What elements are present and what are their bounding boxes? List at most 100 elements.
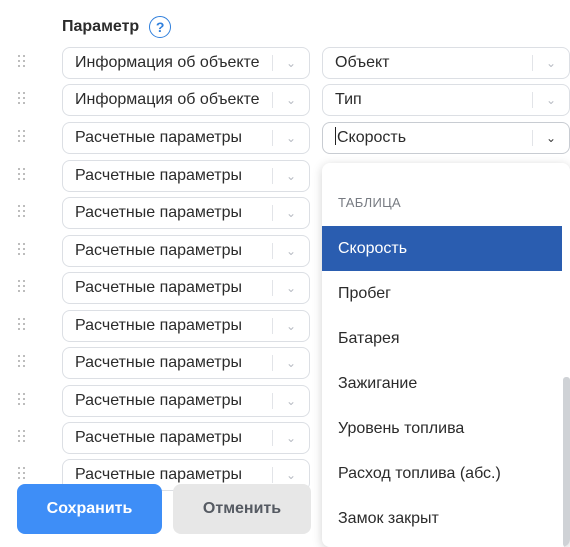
- select-value: Тип: [335, 85, 533, 115]
- chevron-down-icon[interactable]: ⌄: [281, 392, 301, 410]
- select-value: Расчетные параметры: [75, 386, 273, 416]
- chevron-down-icon[interactable]: ⌄: [541, 129, 561, 147]
- select-value: Скорость: [335, 123, 533, 153]
- parameter-dropdown-menu: Уровень топлива ТАБЛИЦА СкоростьПробегБа…: [322, 163, 570, 547]
- chevron-down-icon[interactable]: ⌄: [281, 354, 301, 372]
- select-divider: [272, 355, 273, 371]
- chevron-down-icon[interactable]: ⌄: [281, 317, 301, 335]
- save-button[interactable]: Сохранить: [17, 484, 162, 534]
- select-divider: [272, 467, 273, 483]
- select-divider: [272, 318, 273, 334]
- dropdown-option[interactable]: Пробег: [322, 271, 562, 316]
- select-value-text: Расчетные параметры: [75, 354, 243, 371]
- select-divider: [272, 92, 273, 108]
- category-select[interactable]: Расчетные параметры ⌄: [62, 422, 310, 454]
- chevron-down-icon[interactable]: ⌄: [281, 129, 301, 147]
- chevron-down-icon[interactable]: ⌄: [281, 204, 301, 222]
- chevron-down-icon[interactable]: ⌄: [281, 279, 301, 297]
- select-value: Объект: [335, 48, 533, 78]
- drag-handle-icon[interactable]: [18, 168, 28, 184]
- chevron-down-icon[interactable]: ⌄: [281, 242, 301, 260]
- select-divider: [272, 168, 273, 184]
- select-divider: [532, 130, 533, 146]
- drag-handle-icon[interactable]: [18, 130, 28, 146]
- select-divider: [272, 243, 273, 259]
- select-divider: [272, 205, 273, 221]
- select-value-text: Расчетные параметры: [75, 242, 243, 259]
- dropdown-option[interactable]: Расход топлива (абс.): [322, 451, 562, 496]
- dropdown-scrollbar[interactable]: [563, 377, 570, 547]
- drag-handle-icon[interactable]: [18, 205, 28, 221]
- select-value-text: Информация об объекте: [75, 91, 260, 108]
- parameter-title: Параметр: [62, 18, 140, 35]
- drag-handle-icon[interactable]: [18, 393, 28, 409]
- parameter-select[interactable]: Объект ⌄: [322, 47, 570, 79]
- parameter-select[interactable]: Скорость ⌄: [322, 122, 570, 154]
- select-value-text: Расчетные параметры: [75, 129, 243, 146]
- dropdown-option[interactable]: Зажигание: [322, 361, 562, 406]
- select-value-text: Тип: [335, 91, 362, 108]
- drag-handle-icon[interactable]: [18, 280, 28, 296]
- select-value: Информация об объекте: [75, 85, 273, 115]
- category-select[interactable]: Расчетные параметры ⌄: [62, 347, 310, 379]
- category-select[interactable]: Расчетные параметры ⌄: [62, 235, 310, 267]
- select-value: Расчетные параметры: [75, 123, 273, 153]
- category-select[interactable]: Информация об объекте ⌄: [62, 47, 310, 79]
- select-divider: [272, 130, 273, 146]
- select-value-text: Расчетные параметры: [75, 392, 243, 409]
- select-value: Расчетные параметры: [75, 348, 273, 378]
- select-value: Расчетные параметры: [75, 198, 273, 228]
- category-select[interactable]: Расчетные параметры ⌄: [62, 310, 310, 342]
- drag-handle-icon[interactable]: [18, 355, 28, 371]
- chevron-down-icon[interactable]: ⌄: [281, 91, 301, 109]
- select-value-text: Расчетные параметры: [75, 204, 243, 221]
- select-value-text: Скорость: [337, 129, 407, 146]
- select-value: Расчетные параметры: [75, 161, 273, 191]
- cancel-button[interactable]: Отменить: [173, 484, 311, 534]
- select-value-text: Объект: [335, 54, 390, 71]
- drag-handle-icon[interactable]: [18, 55, 28, 71]
- drag-handle-icon[interactable]: [18, 467, 28, 483]
- select-value: Расчетные параметры: [75, 311, 273, 341]
- parameter-row: Расчетные параметры ⌄ Скорость ⌄: [0, 122, 570, 154]
- dropdown-option[interactable]: Скорость: [322, 226, 562, 271]
- select-divider: [272, 430, 273, 446]
- chevron-down-icon[interactable]: ⌄: [281, 54, 301, 72]
- text-caret: [335, 127, 336, 145]
- parameter-select[interactable]: Тип ⌄: [322, 84, 570, 116]
- select-value: Расчетные параметры: [75, 236, 273, 266]
- category-select[interactable]: Расчетные параметры ⌄: [62, 160, 310, 192]
- category-select[interactable]: Расчетные параметры ⌄: [62, 197, 310, 229]
- select-value-text: Расчетные параметры: [75, 279, 243, 296]
- category-select[interactable]: Информация об объекте ⌄: [62, 84, 310, 116]
- select-value-text: Расчетные параметры: [75, 317, 243, 334]
- category-select[interactable]: Расчетные параметры ⌄: [62, 122, 310, 154]
- help-icon[interactable]: ?: [149, 16, 172, 38]
- category-select[interactable]: Расчетные параметры ⌄: [62, 385, 310, 417]
- drag-handle-icon[interactable]: [18, 430, 28, 446]
- parameter-row: Информация об объекте ⌄ Тип ⌄: [0, 84, 570, 116]
- dropdown-group-label: ТАБЛИЦА: [338, 195, 401, 210]
- chevron-down-icon[interactable]: ⌄: [281, 466, 301, 484]
- select-divider: [272, 393, 273, 409]
- select-value-text: Расчетные параметры: [75, 466, 243, 483]
- dropdown-option[interactable]: Замок закрыт: [322, 496, 562, 541]
- chevron-down-icon[interactable]: ⌄: [281, 429, 301, 447]
- dropdown-option[interactable]: Батарея: [322, 316, 562, 361]
- category-select[interactable]: Расчетные параметры ⌄: [62, 272, 310, 304]
- select-divider: [532, 92, 533, 108]
- parameter-row: Информация об объекте ⌄ Объект ⌄: [0, 47, 570, 79]
- select-value: Расчетные параметры: [75, 273, 273, 303]
- chevron-down-icon[interactable]: ⌄: [541, 54, 561, 72]
- drag-handle-icon[interactable]: [18, 92, 28, 108]
- chevron-down-icon[interactable]: ⌄: [541, 91, 561, 109]
- select-divider: [272, 55, 273, 71]
- parameter-header: Параметр ?: [62, 14, 172, 40]
- chevron-down-icon[interactable]: ⌄: [281, 167, 301, 185]
- select-value-text: Расчетные параметры: [75, 429, 243, 446]
- drag-handle-icon[interactable]: [18, 243, 28, 259]
- dropdown-option[interactable]: Уровень топлива: [322, 406, 562, 451]
- select-divider: [532, 55, 533, 71]
- drag-handle-icon[interactable]: [18, 318, 28, 334]
- select-value: Информация об объекте: [75, 48, 273, 78]
